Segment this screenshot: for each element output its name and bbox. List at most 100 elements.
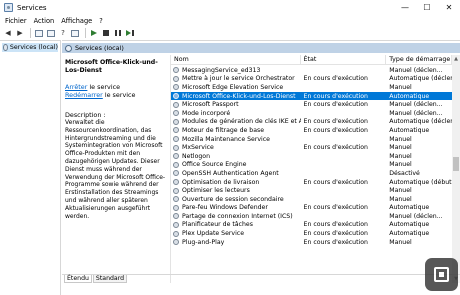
table-row[interactable]: Netlogon Manuel xyxy=(171,152,452,161)
column-header-state[interactable]: État xyxy=(301,55,387,65)
pause-service-icon[interactable] xyxy=(113,28,123,38)
service-name-cell: Office Source Engine xyxy=(171,161,301,168)
table-row[interactable]: MessagingService_ed313 Manuel (déclen... xyxy=(171,66,452,75)
service-state: En cours d'exécution xyxy=(303,230,368,238)
service-name-cell: Mode incorporé xyxy=(171,110,301,117)
service-startup-type: Manuel (déclen... xyxy=(389,212,443,220)
service-name-cell: Mozilla Maintenance Service xyxy=(171,136,301,143)
table-row[interactable]: Plex Update Service En cours d'exécution A… xyxy=(171,229,452,238)
window-title: Services xyxy=(17,3,47,12)
table-row[interactable]: Ouverture de session secondaire Manuel xyxy=(171,195,452,204)
service-gear-icon xyxy=(173,204,179,211)
column-header-startup-type[interactable]: Type de démarrage xyxy=(386,55,452,65)
table-row[interactable]: Office Source Engine Manuel xyxy=(171,161,452,170)
table-row[interactable]: Modules de génération de clés IKE et Aut… xyxy=(171,118,452,127)
back-arrow-icon[interactable]: ◀ xyxy=(3,28,13,38)
service-gear-icon xyxy=(173,118,179,125)
stop-service-link[interactable]: Arrêter xyxy=(65,83,87,91)
menu-affichage[interactable]: Affichage xyxy=(61,17,92,25)
forward-arrow-icon[interactable]: ▶ xyxy=(15,28,25,38)
stop-service-text: le service xyxy=(87,83,121,91)
watermark-logo xyxy=(425,258,458,291)
service-name: Ouverture de session secondaire xyxy=(182,195,284,203)
services-gear-icon xyxy=(3,44,8,51)
table-row[interactable]: Mettre à jour le service Orchestrator En … xyxy=(171,75,452,84)
description-text: Verwaltet die Ressourcenkoordination, da… xyxy=(65,119,166,220)
close-button[interactable]: ✕ xyxy=(438,0,460,15)
service-startup-type: Manuel (déclen... xyxy=(389,109,443,117)
service-name: Moteur de filtrage de base xyxy=(182,126,265,134)
table-header: Nom État Type de démarrage xyxy=(171,55,452,65)
service-gear-icon xyxy=(173,127,179,134)
service-gear-icon xyxy=(173,239,179,246)
menu-help[interactable]: ? xyxy=(99,17,103,25)
service-name: Office Source Engine xyxy=(182,161,247,169)
service-name: Netlogon xyxy=(182,152,211,160)
column-header-name[interactable]: Nom xyxy=(171,55,301,65)
restart-service-text: le service xyxy=(102,91,136,99)
table-row[interactable]: MxService En cours d'exécution Manuel xyxy=(171,143,452,152)
table-row[interactable]: Microsoft Passport En cours d'exécution Ma… xyxy=(171,100,452,109)
table-row[interactable]: Optimiser les lecteurs Manuel xyxy=(171,186,452,195)
tree-item-label: Services (local) xyxy=(9,44,58,51)
view-tabs: Étendu Standard xyxy=(62,274,460,283)
console-tree-icon[interactable] xyxy=(34,28,44,38)
table-row[interactable]: Mozilla Maintenance Service Manuel xyxy=(171,135,452,144)
table-row[interactable]: OpenSSH Authentication Agent Désactivé xyxy=(171,169,452,178)
chip-icon xyxy=(434,267,449,282)
service-gear-icon xyxy=(173,101,179,108)
table-row[interactable]: Planificateur de tâches En cours d'exécut… xyxy=(171,221,452,230)
service-name: Mode incorporé xyxy=(182,109,231,117)
service-startup-type: Automatique xyxy=(389,221,430,229)
scroll-up-arrow-icon[interactable]: ▲ xyxy=(452,55,460,63)
restart-service-icon[interactable] xyxy=(125,28,135,38)
table-row[interactable]: Pare-feu Windows Defender En cours d'exéc… xyxy=(171,204,452,213)
table-body: MessagingService_ed313 Manuel (déclen... M… xyxy=(171,66,452,246)
help-icon[interactable]: ? xyxy=(58,28,68,38)
service-name-cell: Pare-feu Windows Defender xyxy=(171,204,301,211)
service-startup-type: Manuel xyxy=(389,135,412,143)
service-gear-icon xyxy=(173,179,179,186)
table-row[interactable]: Microsoft Office-Klick-und-Los-Dienst En … xyxy=(171,91,452,101)
service-state: En cours d'exécution xyxy=(303,204,368,212)
start-service-icon[interactable] xyxy=(89,28,99,38)
service-name: Microsoft Edge Elevation Service xyxy=(182,83,284,91)
menu-bar: Fichier Action Affichage ? xyxy=(0,15,460,26)
table-row[interactable]: Mode incorporé Manuel (déclen... xyxy=(171,109,452,118)
service-gear-icon xyxy=(173,67,179,74)
toolbar-divider xyxy=(30,28,31,38)
export-icon[interactable] xyxy=(70,28,80,38)
service-name: Microsoft Office-Klick-und-Los-Dienst xyxy=(182,92,296,100)
service-gear-icon xyxy=(173,170,179,177)
table-row[interactable]: Plug-and-Play En cours d'exécution Manuel xyxy=(171,238,452,247)
service-name: Partage de connexion Internet (ICS) xyxy=(182,212,293,220)
tree-item-services-local[interactable]: Services (local) xyxy=(2,43,58,52)
service-name: Modules de génération de clés IKE et Aut… xyxy=(182,118,301,126)
tab-etendu[interactable]: Étendu xyxy=(64,275,92,283)
minimize-button[interactable]: — xyxy=(394,0,416,15)
stop-service-icon[interactable] xyxy=(101,28,111,38)
pane-header: Services (local) xyxy=(62,43,460,53)
tab-standard[interactable]: Standard xyxy=(92,275,128,283)
window-controls: — ☐ ✕ xyxy=(394,0,460,15)
service-gear-icon xyxy=(173,93,179,100)
table-row[interactable]: Microsoft Edge Elevation Service Manuel xyxy=(171,83,452,92)
service-name-cell: Optimiser les lecteurs xyxy=(171,187,301,194)
service-state: En cours d'exécution xyxy=(303,238,368,246)
service-name-cell: Partage de connexion Internet (ICS) xyxy=(171,213,301,220)
scrollbar-thumb[interactable] xyxy=(453,157,459,171)
services-pane: Services (local) Microsoft Office-Klick-… xyxy=(62,40,460,295)
restart-service-link[interactable]: Redémarrer xyxy=(65,91,103,99)
service-startup-type: Manuel xyxy=(389,238,412,246)
service-startup-type: Manuel xyxy=(389,83,412,91)
table-row[interactable]: Moteur de filtrage de base En cours d'exé… xyxy=(171,126,452,135)
table-row[interactable]: Optimisation de livraison En cours d'exéc… xyxy=(171,178,452,187)
service-name: Mettre à jour le service Orchestrator xyxy=(182,75,295,83)
menu-action[interactable]: Action xyxy=(34,17,55,25)
service-state: En cours d'exécution xyxy=(303,101,368,109)
menu-fichier[interactable]: Fichier xyxy=(5,17,27,25)
maximize-button[interactable]: ☐ xyxy=(416,0,438,15)
properties-icon[interactable] xyxy=(46,28,56,38)
vertical-scrollbar[interactable]: ▲ ▼ xyxy=(452,55,460,283)
table-row[interactable]: Partage de connexion Internet (ICS) Manue… xyxy=(171,212,452,221)
